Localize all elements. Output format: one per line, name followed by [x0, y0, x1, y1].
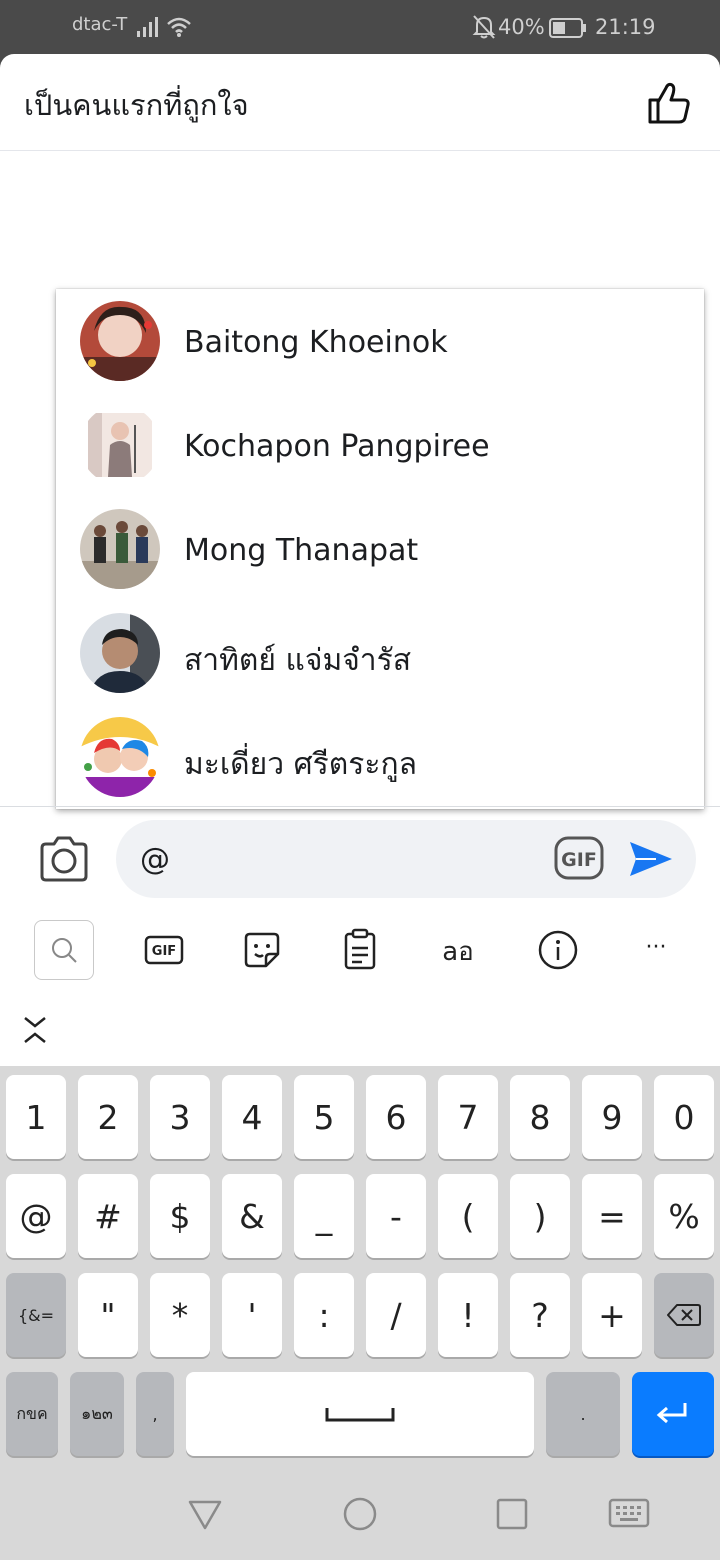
key[interactable]: @ — [6, 1174, 66, 1258]
keyboard-sticker-button[interactable] — [232, 920, 292, 980]
key[interactable]: ' — [222, 1273, 282, 1357]
key[interactable]: + — [582, 1273, 642, 1357]
key[interactable]: - — [366, 1174, 426, 1258]
keyboard-translate-button[interactable]: aอ — [428, 920, 488, 980]
keyboard-more-button[interactable]: ··· — [626, 920, 686, 980]
composer-divider — [0, 806, 720, 807]
space-icon — [325, 1408, 395, 1422]
gif-icon[interactable]: GIF — [554, 836, 604, 880]
key[interactable]: $ — [150, 1174, 210, 1258]
signal-icon — [137, 17, 158, 37]
keyboard-clipboard-button[interactable] — [330, 920, 390, 980]
camera-icon[interactable] — [38, 836, 90, 882]
gif-icon: GIF — [144, 935, 184, 965]
key[interactable]: = — [582, 1174, 642, 1258]
likes-title[interactable]: เป็นคนแรกที่ถูกใจ — [24, 82, 249, 128]
key[interactable]: 0 — [654, 1075, 714, 1159]
key[interactable]: 9 — [582, 1075, 642, 1159]
battery-icon — [549, 18, 586, 38]
avatar — [80, 613, 160, 693]
sheet-header: เป็นคนแรกที่ถูกใจ — [0, 54, 720, 151]
status-bar: dtac-T 40% 21:19 — [0, 0, 720, 54]
clock: 21:19 — [595, 15, 656, 39]
collapse-icon[interactable] — [20, 1012, 50, 1048]
key[interactable]: & — [222, 1174, 282, 1258]
backspace-icon — [667, 1304, 701, 1326]
key[interactable]: 2 — [78, 1075, 138, 1159]
key[interactable]: ! — [438, 1273, 498, 1357]
svg-text:aอ: aอ — [442, 937, 474, 967]
svg-text:GIF: GIF — [152, 944, 176, 959]
bell-off-icon — [472, 15, 496, 39]
key[interactable]: 8 — [510, 1075, 570, 1159]
carrier-label: dtac-T — [72, 14, 128, 35]
key[interactable]: " — [78, 1273, 138, 1357]
keyboard: 1 2 3 4 5 6 7 8 9 0 @ # $ & _ - ( ) = % … — [0, 1066, 720, 1466]
sticker-icon — [244, 932, 280, 968]
mention-item[interactable]: Kochapon Pangpiree — [56, 393, 704, 497]
keyboard-info-button[interactable] — [528, 920, 588, 980]
comment-input[interactable]: @ GIF — [116, 820, 696, 898]
key[interactable]: ) — [510, 1174, 570, 1258]
info-icon — [538, 930, 578, 970]
avatar — [80, 717, 160, 797]
clipboard-icon — [344, 928, 376, 970]
mention-item[interactable]: มะเดี่ยว ศรีตระกูล — [56, 705, 704, 809]
avatar — [80, 301, 160, 381]
translate-icon: aอ — [442, 937, 474, 967]
keyboard-gif-button[interactable]: GIF — [134, 920, 194, 980]
backspace-key[interactable] — [654, 1273, 714, 1357]
mention-name: Kochapon Pangpiree — [184, 429, 490, 464]
key[interactable]: 3 — [150, 1075, 210, 1159]
mention-name: มะเดี่ยว ศรีตระกูล — [184, 747, 417, 782]
keyboard-switch-icon[interactable] — [608, 1496, 650, 1530]
key[interactable]: 6 — [366, 1075, 426, 1159]
more-icon: ··· — [646, 935, 667, 960]
battery-percent: 40% — [498, 15, 545, 39]
space-key[interactable] — [186, 1372, 534, 1456]
key[interactable]: _ — [294, 1174, 354, 1258]
svg-text:GIF: GIF — [561, 849, 597, 871]
key[interactable]: ? — [510, 1273, 570, 1357]
mention-name: Baitong Khoeinok — [184, 325, 448, 360]
recents-icon[interactable] — [496, 1496, 528, 1532]
mention-item[interactable]: Baitong Khoeinok — [56, 289, 704, 393]
key[interactable]: 4 — [222, 1075, 282, 1159]
thai-layout-key[interactable]: กขค — [6, 1372, 58, 1456]
back-icon[interactable] — [186, 1496, 224, 1532]
mention-suggestions: Baitong Khoeinok Kochapon Pangpiree Mong — [56, 289, 704, 809]
system-nav-bar — [0, 1466, 720, 1560]
key[interactable]: ( — [438, 1174, 498, 1258]
thumbs-up-icon[interactable] — [644, 78, 694, 128]
period-key[interactable]: . — [546, 1372, 620, 1456]
key[interactable]: : — [294, 1273, 354, 1357]
comment-input-text: @ — [140, 842, 170, 877]
key[interactable]: 1 — [6, 1075, 66, 1159]
key[interactable]: % — [654, 1174, 714, 1258]
svg-text:···: ··· — [646, 935, 667, 960]
mention-name: สาทิตย์ แจ่มจำรัส — [184, 643, 412, 678]
mention-item[interactable]: สาทิตย์ แจ่มจำรัส — [56, 601, 704, 705]
comma-key[interactable]: , — [136, 1372, 174, 1456]
avatar — [80, 509, 160, 589]
send-icon[interactable] — [626, 834, 676, 884]
key[interactable]: * — [150, 1273, 210, 1357]
key[interactable]: 7 — [438, 1075, 498, 1159]
search-icon — [52, 938, 77, 963]
comment-sheet: เป็นคนแรกที่ถูกใจ Baitong Khoeinok Kocha… — [0, 54, 720, 1066]
key[interactable]: 5 — [294, 1075, 354, 1159]
keyboard-search-button[interactable] — [34, 920, 94, 980]
enter-key[interactable] — [632, 1372, 714, 1456]
enter-icon — [656, 1403, 687, 1424]
mention-name: Mong Thanapat — [184, 533, 419, 568]
key[interactable]: / — [366, 1273, 426, 1357]
key[interactable]: # — [78, 1174, 138, 1258]
symbols-toggle-key[interactable]: {&= — [6, 1273, 66, 1357]
mention-item[interactable]: Mong Thanapat — [56, 497, 704, 601]
home-icon[interactable] — [342, 1496, 378, 1532]
wifi-icon — [167, 17, 191, 37]
avatar — [80, 405, 160, 485]
thai-numerals-key[interactable]: ๑๒๓ — [70, 1372, 124, 1456]
